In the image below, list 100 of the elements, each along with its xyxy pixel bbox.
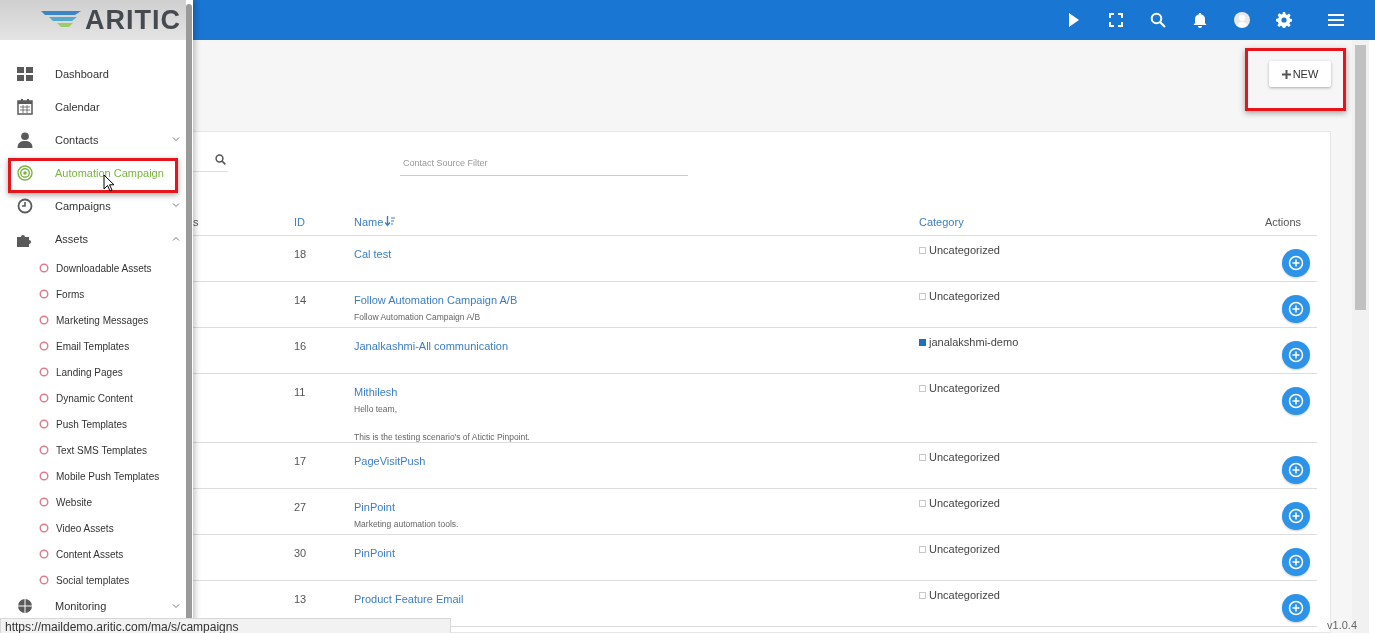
column-header[interactable]: Category bbox=[919, 215, 964, 228]
search-icon bbox=[1150, 12, 1166, 28]
target-icon bbox=[17, 164, 33, 181]
sidebar-subitem[interactable]: Website bbox=[0, 489, 186, 515]
sidebar-subitem[interactable]: Video Assets bbox=[0, 515, 186, 541]
plus-circle-icon bbox=[1288, 508, 1304, 524]
circle-icon bbox=[39, 497, 49, 507]
table-cell: 11 bbox=[294, 386, 306, 398]
circle-icon bbox=[39, 419, 49, 429]
circle-icon bbox=[39, 341, 49, 351]
circle-icon bbox=[39, 445, 49, 455]
category-label: Uncategorized bbox=[929, 451, 1000, 463]
category-label: Uncategorized bbox=[929, 290, 1000, 302]
campaign-name-link[interactable]: Product Feature Email bbox=[354, 593, 464, 605]
action-button[interactable] bbox=[1282, 387, 1310, 415]
category-label: Uncategorized bbox=[929, 589, 1000, 601]
action-button[interactable] bbox=[1282, 249, 1310, 277]
campaign-name-link[interactable]: Cal test bbox=[354, 248, 392, 260]
category-swatch bbox=[919, 384, 926, 392]
description-text: This is the testing scenario's of Atictic Pinpoint. bbox=[354, 432, 531, 442]
sidebar-item[interactable]: Monitoring bbox=[0, 593, 186, 619]
campaign-name-link[interactable]: Janalkashmi-All communication bbox=[354, 340, 509, 352]
category-swatch bbox=[919, 499, 926, 507]
circle-icon bbox=[39, 471, 49, 481]
plus-circle-icon bbox=[1288, 301, 1304, 317]
category-label: Uncategorized bbox=[929, 497, 1000, 509]
sidebar-item[interactable]: Calendar bbox=[0, 90, 186, 123]
table-cell: 18 bbox=[294, 248, 307, 260]
table-cell: 27 bbox=[294, 501, 307, 513]
action-button[interactable] bbox=[1282, 548, 1310, 576]
sidebar-subitem[interactable]: Forms bbox=[0, 281, 186, 307]
sidebar-subitem[interactable]: Social templates bbox=[0, 567, 186, 593]
settings-icon bbox=[1276, 12, 1292, 28]
campaign-name-link[interactable]: PinPoint bbox=[354, 547, 395, 559]
plus-circle-icon bbox=[1288, 393, 1304, 409]
category-label: Uncategorized bbox=[929, 543, 1000, 555]
category-label: Uncategorized bbox=[929, 244, 1000, 256]
scrollbar[interactable] bbox=[186, 4, 192, 620]
plus-circle-icon bbox=[1288, 462, 1304, 478]
sidebar-subitem[interactable]: Mobile Push Templates bbox=[0, 463, 186, 489]
plus-circle-icon bbox=[1288, 347, 1304, 363]
action-button[interactable] bbox=[1282, 594, 1310, 622]
category-swatch bbox=[919, 545, 926, 553]
category-swatch bbox=[919, 246, 926, 254]
calendar-icon bbox=[17, 98, 33, 115]
status-url: https://maildemo.aritic.com/ma/s/campaigns bbox=[0, 618, 451, 633]
globe-icon bbox=[17, 598, 33, 614]
sidebar-subitem[interactable]: Text SMS Templates bbox=[0, 437, 186, 463]
column-header[interactable]: ID bbox=[294, 215, 305, 228]
sidebar-subitem[interactable]: Content Assets bbox=[0, 541, 186, 567]
campaign-name-link[interactable]: PinPoint bbox=[354, 501, 395, 513]
dashboard-icon bbox=[17, 65, 33, 82]
circle-icon bbox=[39, 575, 49, 585]
sidebar-subitem[interactable]: Email Templates bbox=[0, 333, 186, 359]
new-button[interactable]: NEW bbox=[1269, 61, 1331, 87]
category-label: janalakshmi-demo bbox=[929, 336, 1019, 348]
action-button[interactable] bbox=[1282, 456, 1310, 484]
action-button[interactable] bbox=[1282, 295, 1310, 323]
sidebar-item[interactable]: Contacts bbox=[0, 123, 186, 156]
sidebar-item[interactable]: Dashboard bbox=[0, 57, 186, 90]
category-label: Uncategorized bbox=[929, 382, 1000, 394]
circle-icon bbox=[39, 315, 49, 325]
table-cell: 30 bbox=[294, 547, 307, 559]
circle-icon bbox=[39, 523, 49, 533]
sidebar-item[interactable]: Assets bbox=[0, 222, 186, 255]
contact-source-filter-field[interactable]: Contact Source Filter bbox=[400, 151, 688, 176]
category-swatch bbox=[919, 453, 926, 461]
category-swatch bbox=[919, 591, 926, 599]
circle-icon bbox=[39, 549, 49, 559]
search-icon bbox=[215, 153, 226, 165]
plus-icon bbox=[1281, 69, 1291, 79]
fullscreen-icon bbox=[1108, 12, 1124, 28]
description-text: Marketing automation tools. bbox=[354, 519, 460, 529]
plus-circle-icon bbox=[1288, 554, 1304, 570]
campaign-name-link[interactable]: PageVisitPush bbox=[354, 455, 426, 467]
sidebar-item[interactable]: Campaigns bbox=[0, 189, 186, 222]
sidebar-subitem[interactable]: Dynamic Content bbox=[0, 385, 186, 411]
logo-text: ARITIC bbox=[85, 4, 181, 36]
circle-icon bbox=[39, 393, 49, 403]
circle-icon bbox=[39, 263, 49, 273]
column-header: s bbox=[193, 215, 199, 228]
action-button[interactable] bbox=[1282, 341, 1310, 369]
sidebar-subitem[interactable]: Push Templates bbox=[0, 411, 186, 437]
version-label: v1.0.4 bbox=[1327, 619, 1357, 631]
table-cell: 14 bbox=[294, 294, 307, 306]
campaign-name-link[interactable]: Follow Automation Campaign A/B bbox=[354, 294, 518, 306]
action-button[interactable] bbox=[1282, 502, 1310, 530]
menu-icon bbox=[1327, 12, 1345, 28]
column-header[interactable]: Name bbox=[354, 215, 384, 228]
table-cell: 13 bbox=[294, 593, 307, 605]
plus-circle-icon bbox=[1288, 255, 1304, 271]
sidebar-subitem[interactable]: Landing Pages bbox=[0, 359, 186, 385]
plus-circle-icon bbox=[1288, 600, 1304, 616]
column-header: Actions bbox=[1264, 215, 1301, 228]
bell-icon bbox=[1192, 12, 1208, 28]
sidebar-subitem[interactable]: Marketing Messages bbox=[0, 307, 186, 333]
person-icon bbox=[17, 131, 33, 148]
circle-icon bbox=[39, 367, 49, 377]
sidebar-subitem[interactable]: Downloadable Assets bbox=[0, 255, 186, 281]
campaign-name-link[interactable]: Mithilesh bbox=[354, 386, 398, 398]
